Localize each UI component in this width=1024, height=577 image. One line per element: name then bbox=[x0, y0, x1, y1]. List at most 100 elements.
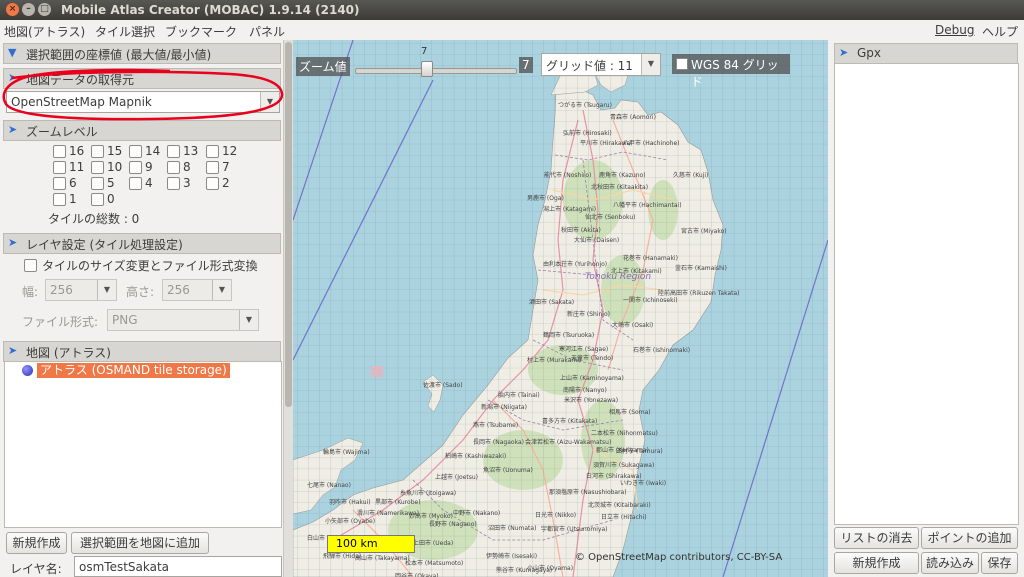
map-place-label: 日立市 (Hitachi) bbox=[601, 514, 647, 521]
zoom-checkbox-13[interactable] bbox=[167, 145, 180, 158]
map-canvas[interactable] bbox=[293, 40, 828, 577]
layer-name-value: osmTestSakata bbox=[79, 560, 170, 574]
wgs-grid-toggle[interactable]: WGS 84 グリッド bbox=[672, 54, 790, 89]
close-button[interactable]: × bbox=[6, 3, 19, 16]
load-gpx-button[interactable]: 読み込み bbox=[921, 552, 979, 574]
format-value: PNG bbox=[112, 313, 138, 327]
left-panel-scrollbar[interactable] bbox=[283, 40, 293, 577]
map-place-label: 長野市 (Nagano) bbox=[429, 521, 477, 528]
zoom-slider-track[interactable] bbox=[355, 68, 517, 74]
map-place-label: 田村市 (Tamura) bbox=[616, 448, 663, 455]
map-place-label: 仙北市 (Senboku) bbox=[585, 214, 636, 221]
zoom-checkbox-16[interactable] bbox=[53, 145, 66, 158]
zoom-label-4: 4 bbox=[145, 176, 153, 190]
zoom-label-5: 5 bbox=[107, 176, 115, 190]
map-place-label: 花巻市 (Hanamaki) bbox=[623, 255, 678, 262]
zoom-checkbox-12[interactable] bbox=[206, 145, 219, 158]
atlas-section-label: 地図 (アトラス) bbox=[26, 346, 111, 360]
format-label: ファイル形式: bbox=[22, 315, 99, 329]
menu-debug[interactable]: Debug bbox=[935, 23, 974, 37]
zoom-checkbox-5[interactable] bbox=[91, 177, 104, 190]
zoom-checkbox-15[interactable] bbox=[91, 145, 104, 158]
menu-panels[interactable]: パネル bbox=[249, 23, 285, 40]
zoom-checkbox-6[interactable] bbox=[53, 177, 66, 190]
menu-bookmarks[interactable]: ブックマーク bbox=[165, 23, 237, 40]
expand-right-icon: ➤ bbox=[8, 344, 18, 357]
map-place-label: 上山市 (Kaminoyama) bbox=[560, 375, 624, 382]
map-place-label: 小山市 (Oyama) bbox=[527, 565, 574, 572]
right-panel: ➤ Gpx リストの消去 ポイントの追加 新規作成 読み込み 保存 bbox=[828, 40, 1024, 577]
clear-list-button[interactable]: リストの消去 bbox=[834, 527, 919, 549]
coords-section-label: 選択範囲の座標値 (最大値/最小値) bbox=[26, 48, 212, 62]
add-point-button[interactable]: ポイントの追加 bbox=[921, 527, 1018, 549]
region-label: Tohoku Region bbox=[585, 272, 652, 282]
map-place-label: 能代市 (Noshiro) bbox=[544, 172, 592, 179]
map-place-label: 二本松市 (Nihonmatsu) bbox=[591, 430, 658, 437]
chevron-down-icon[interactable]: ▼ bbox=[641, 54, 660, 75]
zoom-checkbox-7[interactable] bbox=[206, 161, 219, 174]
map-place-label: 八戸市 (Hachinohe) bbox=[623, 140, 680, 147]
map-source-select[interactable]: OpenStreetMap Mapnik ▼ bbox=[6, 91, 280, 113]
width-select[interactable]: 256 ▼ bbox=[45, 279, 117, 301]
layer-section-header[interactable]: ➤ レイヤ設定 (タイル処理設定) bbox=[3, 233, 281, 254]
chevron-down-icon[interactable]: ▼ bbox=[212, 280, 231, 300]
save-gpx-button[interactable]: 保存 bbox=[981, 552, 1018, 574]
scroll-thumb[interactable] bbox=[285, 42, 292, 407]
map-place-label: 燕市 (Tsubame) bbox=[473, 422, 519, 429]
zoom-checkbox-3[interactable] bbox=[167, 177, 180, 190]
atlas-section-header[interactable]: ➤ 地図 (アトラス) bbox=[3, 341, 281, 362]
gpx-section-label: Gpx bbox=[857, 46, 882, 60]
zoom-checkbox-9[interactable] bbox=[129, 161, 142, 174]
zoom-checkbox-1[interactable] bbox=[53, 193, 66, 206]
chevron-down-icon[interactable]: ▼ bbox=[239, 310, 258, 330]
new-gpx-button[interactable]: 新規作成 bbox=[834, 552, 919, 574]
zoom-checkbox-0[interactable] bbox=[91, 193, 104, 206]
atlas-tree[interactable]: アトラス (OSMAND tile storage) bbox=[4, 361, 282, 528]
format-select[interactable]: PNG ▼ bbox=[107, 309, 259, 331]
maximize-button[interactable]: □ bbox=[38, 3, 51, 16]
resize-checkbox[interactable] bbox=[24, 259, 37, 272]
source-section-header[interactable]: ➤ 地図データの取得元 bbox=[3, 68, 281, 89]
zoom-slider-handle[interactable] bbox=[421, 61, 433, 77]
minimize-button[interactable]: – bbox=[22, 3, 35, 16]
zoom-section-label: ズームレベル bbox=[26, 125, 98, 139]
map-place-label: 寒河江市 (Sagae) bbox=[559, 346, 609, 353]
zoom-label-15: 15 bbox=[107, 144, 123, 158]
map-view[interactable]: つがる市 (Tsugaru) 青森市 (Aomori) 弘前市 (Hirosaki)… bbox=[293, 40, 828, 577]
expand-right-icon: ➤ bbox=[8, 236, 18, 249]
map-place-label: 酒田市 (Sakata) bbox=[529, 299, 575, 306]
wgs-grid-checkbox[interactable] bbox=[676, 58, 688, 70]
zoom-section-header[interactable]: ➤ ズームレベル bbox=[3, 120, 281, 141]
map-place-label: 相馬市 (Soma) bbox=[609, 409, 651, 416]
map-place-label: 宇都宮市 (Utsunomiya) bbox=[541, 526, 608, 533]
menu-atlas[interactable]: 地図(アトラス) bbox=[4, 23, 85, 40]
map-place-label: 小矢部市 (Oyabe) bbox=[325, 518, 376, 525]
grid-select[interactable]: グリッド値 : 11 ▼ bbox=[541, 53, 661, 76]
zoom-checkbox-4[interactable] bbox=[129, 177, 142, 190]
map-place-label: 長岡市 (Nagaoka) bbox=[473, 439, 524, 446]
zoom-checkbox-11[interactable] bbox=[53, 161, 66, 174]
add-selection-button[interactable]: 選択範囲を地図に追加 bbox=[71, 532, 209, 554]
zoom-checkbox-10[interactable] bbox=[91, 161, 104, 174]
gpx-section-header[interactable]: ➤ Gpx bbox=[834, 43, 1018, 64]
map-place-label: 輪島市 (Wajima) bbox=[323, 449, 370, 456]
coords-section-header[interactable]: ▼ 選択範囲の座標値 (最大値/最小値) bbox=[3, 43, 281, 64]
layer-name-input[interactable]: osmTestSakata bbox=[74, 556, 282, 577]
height-select[interactable]: 256 ▼ bbox=[162, 279, 232, 301]
chevron-down-icon[interactable]: ▼ bbox=[97, 280, 116, 300]
zoom-checkbox-14[interactable] bbox=[129, 145, 142, 158]
width-value: 256 bbox=[50, 283, 73, 297]
layer-name-label: レイヤ名: bbox=[10, 562, 62, 576]
zoom-label: ズーム値 bbox=[296, 57, 350, 76]
zoom-label-0: 0 bbox=[107, 192, 115, 206]
zoom-checkbox-2[interactable] bbox=[206, 177, 219, 190]
menu-tile-selection[interactable]: タイル選択 bbox=[95, 23, 155, 40]
expand-down-icon: ▼ bbox=[8, 46, 17, 59]
gpx-list[interactable] bbox=[834, 63, 1019, 525]
chevron-down-icon[interactable]: ▼ bbox=[260, 92, 279, 112]
atlas-item[interactable]: アトラス (OSMAND tile storage) bbox=[37, 363, 230, 378]
menu-help[interactable]: ヘルプ bbox=[982, 23, 1018, 40]
map-place-label: 松本市 (Matsumoto) bbox=[405, 560, 464, 567]
new-atlas-button[interactable]: 新規作成 bbox=[6, 532, 67, 554]
zoom-checkbox-8[interactable] bbox=[167, 161, 180, 174]
